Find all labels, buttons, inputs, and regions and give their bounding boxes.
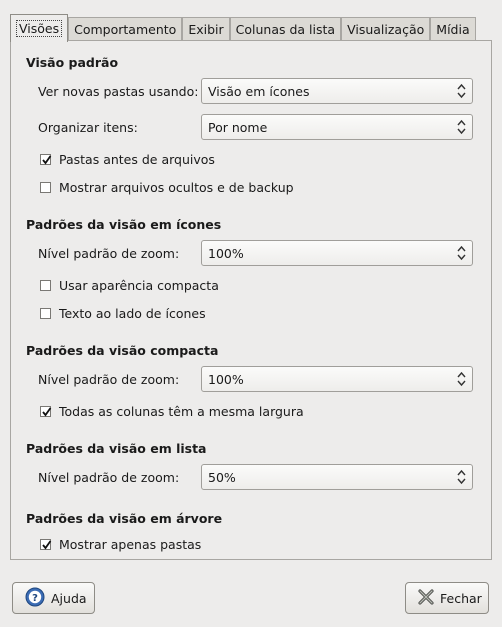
text-beside-icons-label: Texto ao lado de ícones (59, 306, 206, 321)
compact-view-title: Padrões da visão compacta (26, 343, 219, 358)
tab-display-label: Exibir (188, 22, 224, 37)
arrange-combo[interactable]: Por nome (201, 114, 473, 140)
help-icon: ? (25, 587, 45, 610)
icon-zoom-combo[interactable]: 100% (201, 240, 473, 266)
tab-bar: Visões Comportamento Exibir Colunas da l… (10, 13, 476, 42)
close-icon (417, 588, 435, 609)
tab-media[interactable]: Mídia (430, 17, 476, 41)
checkbox-unchecked-icon (40, 308, 51, 319)
same-width-checkbox[interactable]: Todas as colunas têm a mesma largura (40, 404, 304, 419)
tree-view-title: Padrões da visão em árvore (26, 511, 223, 526)
tab-preview[interactable]: Visualização (341, 17, 431, 41)
combo-arrows-icon (456, 371, 466, 387)
folders-before-files-checkbox[interactable]: Pastas antes de arquivos (40, 152, 215, 167)
tab-behavior-label: Comportamento (74, 22, 177, 37)
icon-view-title: Padrões da visão em ícones (26, 217, 222, 232)
only-folders-checkbox[interactable]: Mostrar apenas pastas (40, 537, 201, 552)
close-button-label: Fechar (440, 590, 482, 606)
icon-zoom-value: 100% (208, 245, 244, 261)
show-hidden-label: Mostrar arquivos ocultos e de backup (59, 180, 294, 195)
folders-before-files-label: Pastas antes de arquivos (59, 152, 215, 167)
tab-preview-label: Visualização (347, 22, 425, 37)
help-button-label: Ajuda (51, 590, 87, 606)
checkbox-checked-icon (40, 154, 52, 165)
tab-display[interactable]: Exibir (182, 17, 230, 41)
new-folders-combo[interactable]: Visão em ícones (201, 78, 473, 104)
tab-list-columns[interactable]: Colunas da lista (229, 17, 342, 41)
list-zoom-combo[interactable]: 50% (201, 464, 473, 490)
text-beside-icons-checkbox[interactable]: Texto ao lado de ícones (40, 306, 206, 321)
new-folders-label: Ver novas pastas usando: (38, 84, 199, 99)
same-width-label: Todas as colunas têm a mesma largura (59, 404, 304, 419)
close-button[interactable]: Fechar (405, 582, 489, 614)
compact-zoom-combo[interactable]: 100% (201, 366, 473, 392)
list-zoom-value: 50% (208, 469, 236, 485)
checkbox-checked-icon (40, 406, 52, 417)
tab-views-label: Visões (16, 20, 63, 37)
new-folders-value: Visão em ícones (208, 83, 310, 99)
compact-layout-label: Usar aparência compacta (59, 278, 219, 293)
checkbox-unchecked-icon (40, 280, 51, 291)
show-hidden-checkbox[interactable]: Mostrar arquivos ocultos e de backup (40, 180, 294, 195)
tab-list-columns-label: Colunas da lista (235, 22, 336, 37)
combo-arrows-icon (456, 119, 466, 135)
default-view-title: Visão padrão (26, 55, 119, 70)
arrange-label: Organizar itens: (38, 120, 138, 135)
compact-zoom-label: Nível padrão de zoom: (38, 372, 180, 387)
combo-arrows-icon (456, 245, 466, 261)
list-zoom-label: Nível padrão de zoom: (38, 470, 180, 485)
arrange-value: Por nome (208, 119, 268, 135)
list-view-title: Padrões da visão em lista (26, 441, 207, 456)
tab-views[interactable]: Visões (10, 14, 69, 42)
compact-layout-checkbox[interactable]: Usar aparência compacta (40, 278, 219, 293)
help-button[interactable]: ? Ajuda (12, 582, 95, 614)
compact-zoom-value: 100% (208, 371, 244, 387)
icon-zoom-label: Nível padrão de zoom: (38, 246, 180, 261)
checkbox-unchecked-icon (40, 182, 51, 193)
checkbox-checked-icon (40, 539, 52, 550)
combo-arrows-icon (456, 469, 466, 485)
tab-media-label: Mídia (436, 22, 470, 37)
only-folders-label: Mostrar apenas pastas (59, 537, 202, 552)
tab-behavior[interactable]: Comportamento (68, 17, 183, 41)
combo-arrows-icon (456, 83, 466, 99)
svg-text:?: ? (32, 593, 38, 604)
